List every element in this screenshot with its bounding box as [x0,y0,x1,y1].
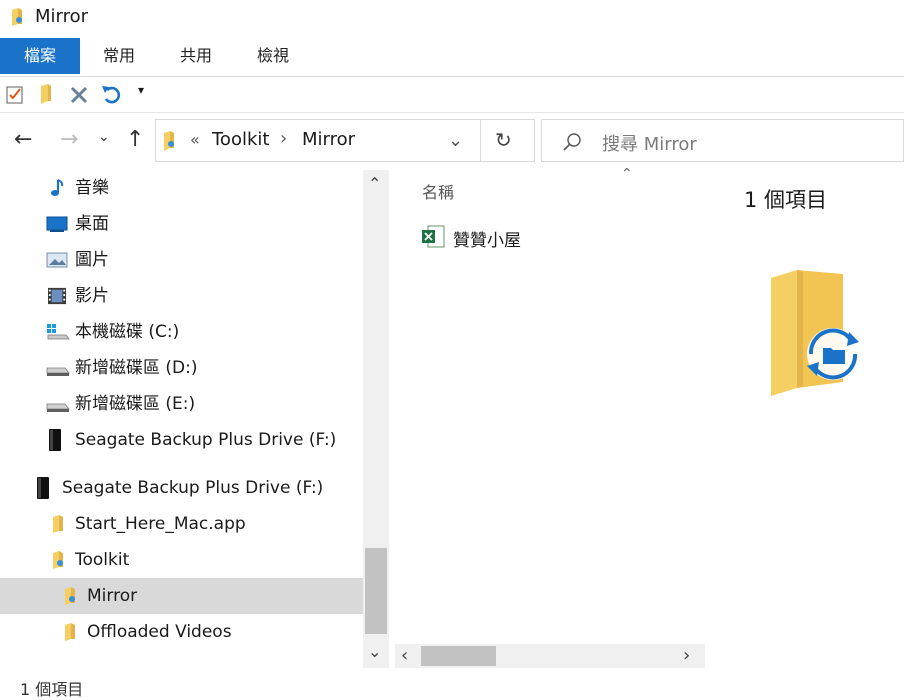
window-title: Mirror [35,6,89,27]
music-icon [51,179,64,196]
address-bar[interactable]: « Toolkit › Mirror ⌄ ↻ [155,119,535,162]
navigation-pane: 音樂 桌面 圖片 影片 本機磁碟 (C:) 新增磁碟區 (D:) 新增磁碟區 (… [0,170,363,668]
tree-item-label: Seagate Backup Plus Drive (F:) [75,430,337,450]
tree-item-music[interactable]: 音樂 [0,170,363,206]
mirror-folder-icon [771,270,859,396]
scroll-thumb[interactable] [365,548,387,634]
tree-item-start-here[interactable]: Start_Here_Mac.app [0,506,363,542]
scroll-left-button[interactable]: ‹ [401,645,408,666]
up-button[interactable]: ↑ [126,127,144,152]
pictures-icon [46,252,68,268]
scroll-up-button[interactable]: ⌃ [368,174,381,193]
properties-icon[interactable] [6,84,24,104]
tree-item-label: Offloaded Videos [87,622,232,642]
tree-item-label: 新增磁碟區 (D:) [75,358,198,378]
hscroll-thumb[interactable] [421,646,496,666]
tree-item-drive-f-root[interactable]: Seagate Backup Plus Drive (F:) [0,470,363,506]
back-button[interactable]: ← [14,127,32,152]
undo-icon[interactable] [101,84,123,106]
folder-icon [53,515,63,533]
tree-item-offloaded-videos[interactable]: Offloaded Videos [0,614,363,650]
tree-item-drive-f[interactable]: Seagate Backup Plus Drive (F:) [0,422,363,458]
tree-item-drive-e[interactable]: 新增磁碟區 (E:) [0,386,363,422]
breadcrumb-overflow-icon[interactable]: « [190,130,200,149]
videos-icon [48,287,66,305]
tree-item-label: 音樂 [75,178,109,198]
mirror-folder-icon [65,587,75,605]
tree-item-drive-d[interactable]: 新增磁碟區 (D:) [0,350,363,386]
forward-button[interactable]: → [60,127,78,152]
tree-item-label: 新增磁碟區 (E:) [75,394,196,414]
tree-item-mirror[interactable]: Mirror [0,578,363,614]
tree-scrollbar[interactable]: ⌃ ⌄ [363,170,389,668]
excel-file-icon [422,225,445,248]
drive-icon [46,403,70,412]
search-placeholder: 搜尋 Mirror [602,134,697,155]
title-bar: Mirror [0,0,904,38]
details-item-count: 1 個項目 [744,188,828,212]
tree-item-toolkit[interactable]: Toolkit [0,542,363,578]
toolkit-folder-icon [53,551,63,569]
scroll-down-button[interactable]: ⌄ [368,642,381,661]
tree-item-label: Start_Here_Mac.app [75,514,246,534]
tab-file[interactable]: 檔案 [0,38,80,74]
tab-share[interactable]: 共用 [158,38,234,74]
tree-item-pictures[interactable]: 圖片 [0,242,363,278]
external-drive-icon [37,477,49,499]
quick-access-toolbar: ▾ [0,77,904,113]
breadcrumb-chevron-icon[interactable]: › [280,128,287,149]
breadcrumb-mirror[interactable]: Mirror [302,129,355,150]
file-list: ⌃ 名稱 贊贊小屋 ‹ › [395,166,705,668]
details-pane: 1 個項目 [705,170,904,668]
tree-item-label: Mirror [87,586,138,606]
ribbon-tabs: 檔案 常用 共用 檢視 [0,38,904,77]
delete-icon[interactable] [69,85,89,105]
folder-icon [65,623,75,641]
tab-home[interactable]: 常用 [80,38,158,74]
mirror-folder-icon [12,8,22,26]
recent-locations-button[interactable]: ⌄ [98,129,110,145]
search-box[interactable]: 搜尋 Mirror [541,119,904,162]
tab-view[interactable]: 檢視 [234,38,312,74]
tree-item-label: Seagate Backup Plus Drive (F:) [62,478,324,498]
refresh-button[interactable]: ↻ [495,128,512,152]
tree-item-label: 影片 [75,286,109,306]
mirror-folder-icon [164,131,174,151]
scroll-right-button[interactable]: › [683,645,690,666]
new-folder-icon[interactable] [38,84,54,104]
navigation-bar: ← → ⌄ ↑ « Toolkit › Mirror ⌄ ↻ 搜尋 Mirror [0,113,904,169]
breadcrumb-toolkit[interactable]: Toolkit [212,129,269,150]
file-row[interactable]: 贊贊小屋 [422,222,622,254]
tree-item-videos[interactable]: 影片 [0,278,363,314]
search-icon [563,133,581,151]
windows-drive-icon [47,324,70,340]
status-bar: 1 個項目 [0,672,904,700]
status-item-count: 1 個項目 [20,680,84,699]
tree-item-drive-c[interactable]: 本機磁碟 (C:) [0,314,363,350]
drive-icon [46,367,70,376]
address-divider [480,120,481,161]
tree-item-label: Toolkit [75,550,130,570]
sort-indicator-icon: ⌃ [621,166,633,182]
external-drive-icon [49,429,61,451]
file-name: 贊贊小屋 [453,231,521,251]
tree-item-desktop[interactable]: 桌面 [0,206,363,242]
tree-item-label: 桌面 [75,214,109,234]
tree-item-label: 圖片 [75,250,109,270]
horizontal-scrollbar[interactable]: ‹ › [395,644,705,668]
desktop-icon [46,216,68,232]
address-history-dropdown[interactable]: ⌄ [448,130,463,151]
column-header-name[interactable]: 名稱 [422,179,454,203]
customize-qat-dropdown-icon[interactable]: ▾ [138,83,144,97]
tree-item-label: 本機磁碟 (C:) [75,322,180,342]
